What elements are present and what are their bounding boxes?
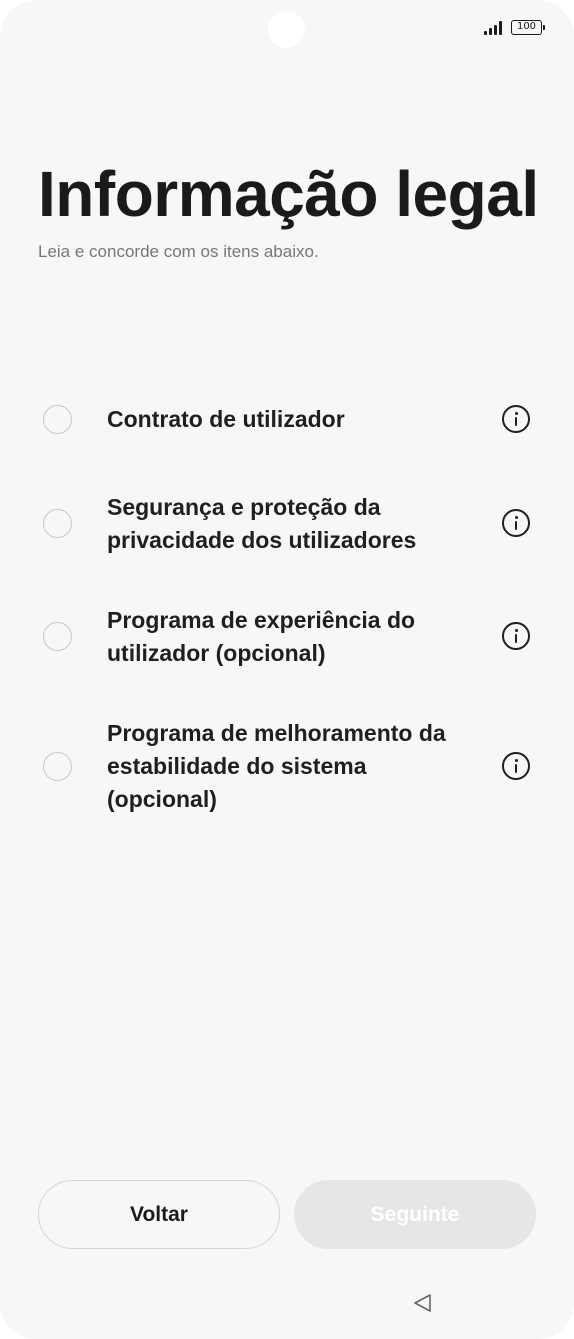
status-bar: 100: [484, 20, 545, 35]
page-title: Informação legal: [38, 158, 539, 230]
user-agreement-label[interactable]: Contrato de utilizador: [107, 403, 457, 436]
page-subtitle: Leia e concorde com os itens abaixo.: [38, 242, 319, 261]
legal-item-stability-program[interactable]: Programa de melhoramento da estabilidade…: [0, 717, 574, 816]
battery-icon: 100: [511, 20, 545, 35]
front-camera-cutout: [268, 11, 305, 48]
legal-item-user-agreement[interactable]: Contrato de utilizador: [0, 403, 574, 436]
legal-item-experience-program[interactable]: Programa de experiência do utilizador (o…: [0, 604, 574, 670]
signal-bars-icon: [484, 20, 502, 35]
user-agreement-radio[interactable]: [43, 405, 72, 434]
legal-info-screen: 100 Informação legal Leia e concorde com…: [0, 0, 574, 1339]
next-button[interactable]: Seguinte: [294, 1180, 536, 1249]
legal-item-privacy[interactable]: Segurança e proteção da privacidade dos …: [0, 491, 574, 557]
privacy-label[interactable]: Segurança e proteção da privacidade dos …: [107, 491, 457, 557]
privacy-radio[interactable]: [43, 509, 72, 538]
experience-program-radio[interactable]: [43, 622, 72, 651]
stability-program-label[interactable]: Programa de melhoramento da estabilidade…: [107, 717, 457, 816]
info-icon[interactable]: [502, 405, 530, 433]
battery-level: 100: [516, 21, 537, 32]
info-icon[interactable]: [502, 622, 530, 650]
info-icon[interactable]: [502, 752, 530, 780]
triangle-back-icon[interactable]: [411, 1292, 433, 1314]
back-button[interactable]: Voltar: [38, 1180, 280, 1249]
experience-program-label[interactable]: Programa de experiência do utilizador (o…: [107, 604, 457, 670]
info-icon[interactable]: [502, 509, 530, 537]
stability-program-radio[interactable]: [43, 752, 72, 781]
